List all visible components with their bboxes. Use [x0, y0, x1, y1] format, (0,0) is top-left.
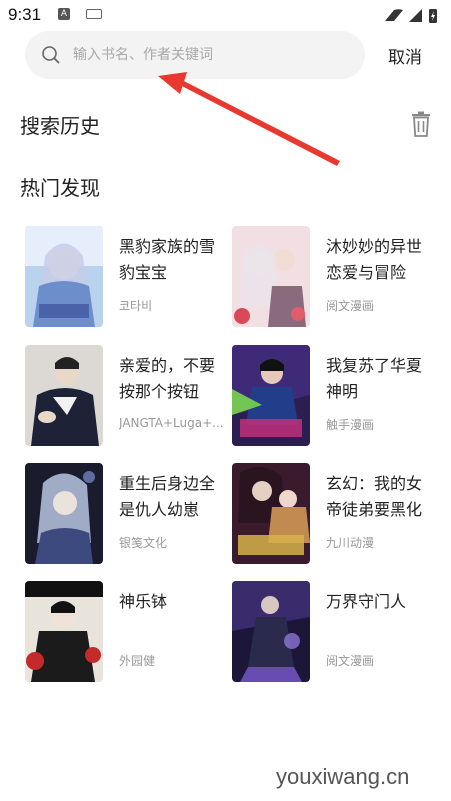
book-cover-image	[232, 226, 310, 327]
hot-discovery-title: 热门发现	[20, 176, 100, 200]
book-card[interactable]: 重生后身边全是仇人幼崽 银笺文化	[25, 463, 225, 567]
book-author: 阅文漫画	[326, 299, 375, 313]
system-status-icons	[385, 9, 437, 23]
book-title: 玄幻：我的女帝徒弟要黑化	[326, 474, 423, 519]
book-author: 触手漫画	[326, 418, 375, 432]
book-cover-image	[232, 345, 310, 446]
book-card[interactable]: 玄幻：我的女帝徒弟要黑化 九川动漫	[232, 463, 432, 567]
wifi-icon	[385, 9, 403, 21]
search-history-title: 搜索历史	[20, 114, 100, 138]
book-title: 重生后身边全是仇人幼崽	[119, 474, 216, 519]
book-cover-image	[25, 226, 103, 327]
book-card[interactable]: 亲爱的，不要按那个按钮 JANGTA+Luga+...	[25, 345, 225, 449]
keyboard-icon	[86, 9, 102, 19]
book-cover-image	[25, 581, 103, 682]
status-time: 9:31	[8, 5, 42, 24]
annotation-arrow	[158, 72, 340, 166]
book-cover-image	[25, 463, 103, 564]
book-author: 银笺文化	[119, 536, 168, 550]
book-title: 神乐钵	[119, 592, 168, 611]
book-author: 九川动漫	[326, 536, 375, 550]
input-method-icon: A	[58, 8, 70, 20]
book-author: 코타비	[119, 299, 153, 313]
book-author: 阅文漫画	[326, 654, 375, 668]
book-title: 万界守门人	[326, 592, 407, 611]
book-cover-image	[25, 345, 103, 446]
trash-icon[interactable]	[410, 111, 432, 137]
book-cover-image	[232, 581, 310, 682]
book-card[interactable]: 万界守门人 阅文漫画	[232, 581, 432, 685]
book-author: 外园健	[119, 654, 156, 668]
signal-icon	[409, 9, 422, 22]
watermark-text: youxiwang.cn	[276, 764, 410, 789]
book-card[interactable]: 黑豹家族的雪豹宝宝 코타비	[25, 226, 225, 330]
book-card[interactable]: 神乐钵 外园健	[25, 581, 225, 685]
book-title: 沐妙妙的异世恋爱与冒险	[326, 237, 423, 282]
book-card[interactable]: 沐妙妙的异世恋爱与冒险 阅文漫画	[232, 226, 432, 330]
book-title: 黑豹家族的雪豹宝宝	[119, 237, 216, 282]
book-author: JANGTA+Luga+...	[119, 416, 224, 430]
book-title: 我复苏了华夏神明	[326, 356, 423, 401]
book-title: 亲爱的，不要按那个按钮	[119, 356, 216, 401]
book-cover-image	[232, 463, 310, 564]
book-card[interactable]: 我复苏了华夏神明 触手漫画	[232, 345, 432, 449]
status-bar: 9:31 A	[0, 0, 451, 30]
cancel-button[interactable]: 取消	[388, 43, 422, 68]
search-input[interactable]	[73, 44, 353, 66]
search-icon	[42, 46, 60, 64]
search-bar[interactable]	[25, 31, 365, 79]
